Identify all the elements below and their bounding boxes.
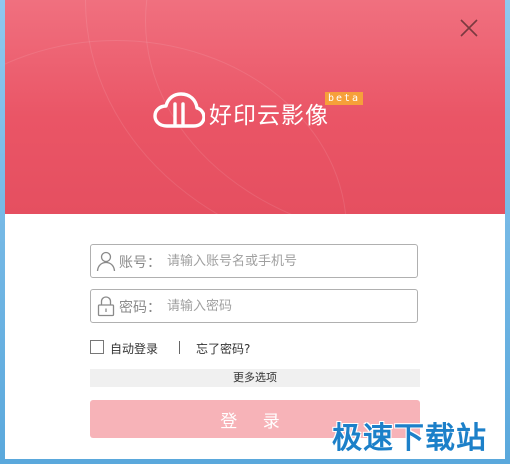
- watermark-text: 极速下载站: [332, 421, 487, 456]
- user-icon: [96, 251, 116, 272]
- header-banner: 好印云影像 beta: [5, 0, 505, 214]
- account-label: 账号：: [119, 255, 161, 271]
- password-label: 密码：: [119, 300, 161, 316]
- account-input[interactable]: [167, 250, 407, 272]
- more-options-button[interactable]: 更多选项: [90, 369, 420, 387]
- auto-login-label[interactable]: 自动登录: [110, 340, 158, 357]
- password-input[interactable]: [167, 295, 407, 317]
- password-field[interactable]: 密码：: [90, 289, 418, 323]
- options-divider: [179, 341, 180, 354]
- beta-badge: beta: [325, 92, 364, 105]
- close-icon: [460, 19, 478, 37]
- app-logo: 好印云影像 beta: [153, 90, 364, 134]
- login-options-row: 自动登录 忘了密码?: [90, 338, 420, 358]
- login-window: 好印云影像 beta 账号： 密码： 自动登录 忘了密: [5, 0, 505, 459]
- cloud-logo-icon: [153, 92, 205, 128]
- close-button[interactable]: [457, 16, 481, 40]
- account-field[interactable]: 账号：: [90, 244, 418, 278]
- forgot-password-link[interactable]: 忘了密码?: [196, 340, 250, 357]
- app-name: 好印云影像: [209, 103, 329, 129]
- auto-login-checkbox[interactable]: [90, 340, 104, 354]
- window-frame: 好印云影像 beta 账号： 密码： 自动登录 忘了密: [0, 0, 510, 464]
- lock-icon: [97, 296, 115, 317]
